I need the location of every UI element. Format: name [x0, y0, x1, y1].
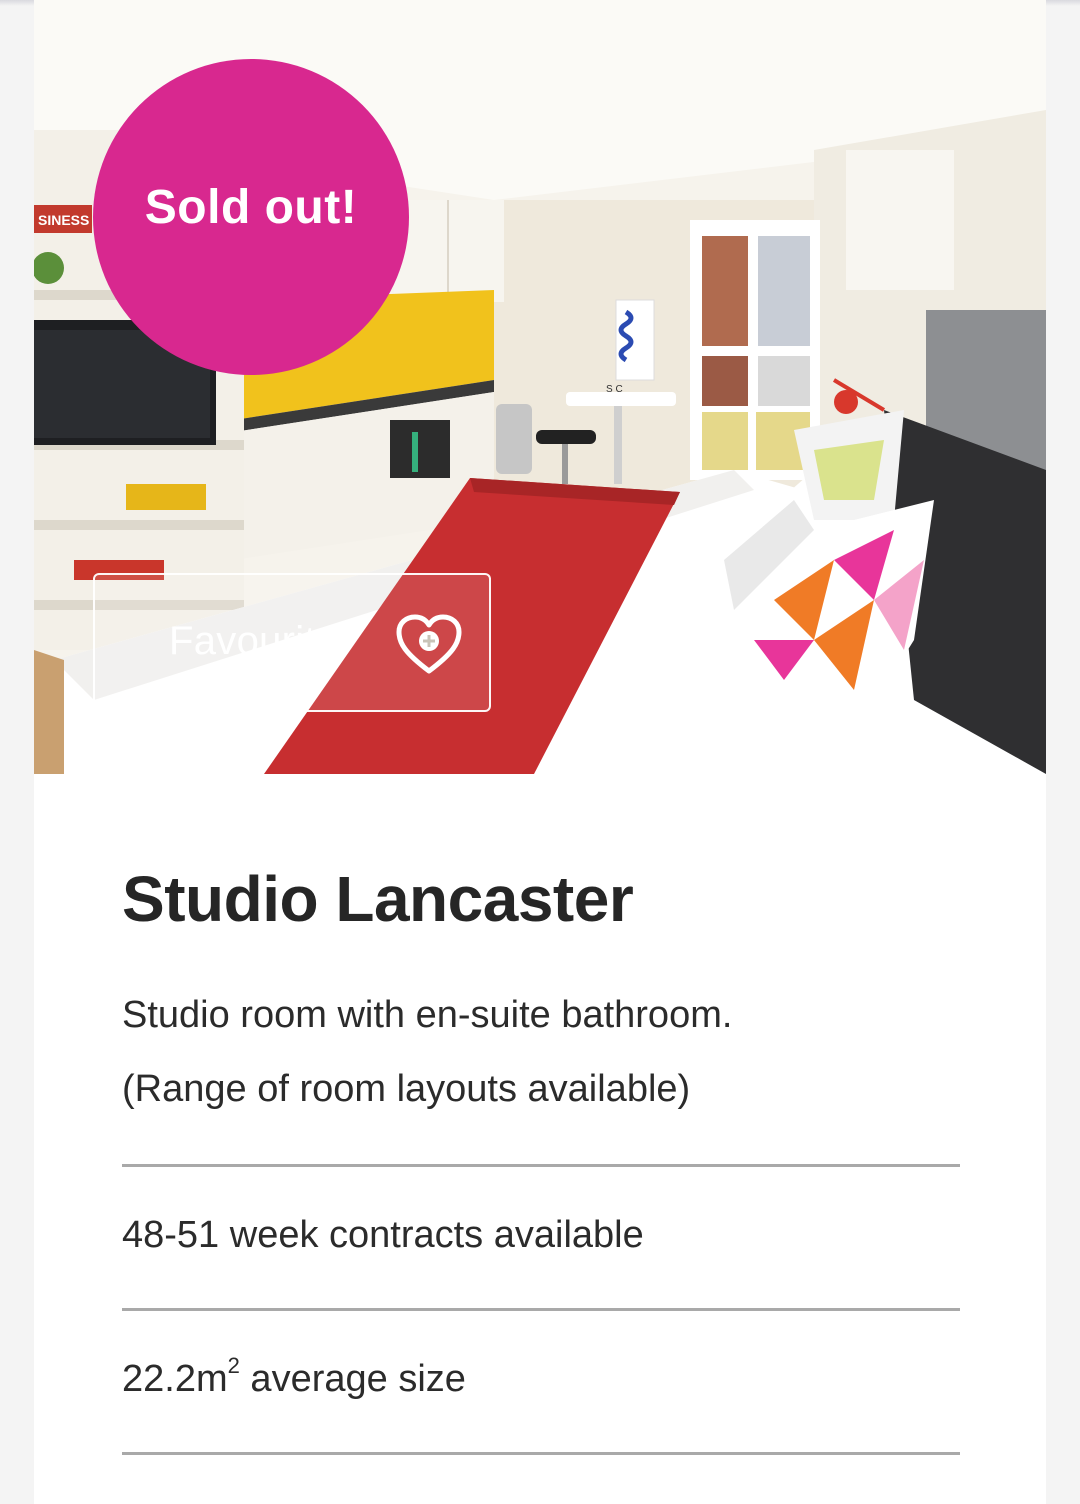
room-photo: SINESS S C Sold out! Favourite — [34, 0, 1046, 774]
description-line-1: Studio room with en-suite bathroom. — [122, 994, 733, 1036]
description-line-2: (Range of room layouts available) — [122, 1068, 691, 1110]
heart-plus-icon — [396, 614, 462, 674]
divider — [122, 1452, 960, 1455]
room-description: Studio room with en-suite bathroom. (Ran… — [122, 978, 982, 1126]
size-suffix: average size — [239, 1358, 466, 1400]
divider — [122, 1308, 960, 1311]
room-title: Studio Lancaster — [122, 863, 634, 935]
shelf-sign-text: SINESS — [38, 212, 89, 228]
counter-label: S C — [606, 384, 623, 395]
size-unit-superscript: 2 — [227, 1353, 240, 1378]
room-card: SINESS S C Sold out! Favourite Studio La… — [34, 0, 1046, 1504]
size-feature: 22.2m2 average size — [122, 1355, 466, 1401]
favourite-button[interactable]: Favourite — [93, 573, 491, 712]
sold-out-badge: Sold out! — [93, 59, 409, 375]
favourite-label: Favourite — [169, 619, 339, 663]
divider — [122, 1164, 960, 1167]
sold-out-text: Sold out! — [144, 180, 358, 234]
size-value: 22.2m — [122, 1358, 228, 1400]
contracts-feature: 48-51 week contracts available — [122, 1214, 644, 1256]
